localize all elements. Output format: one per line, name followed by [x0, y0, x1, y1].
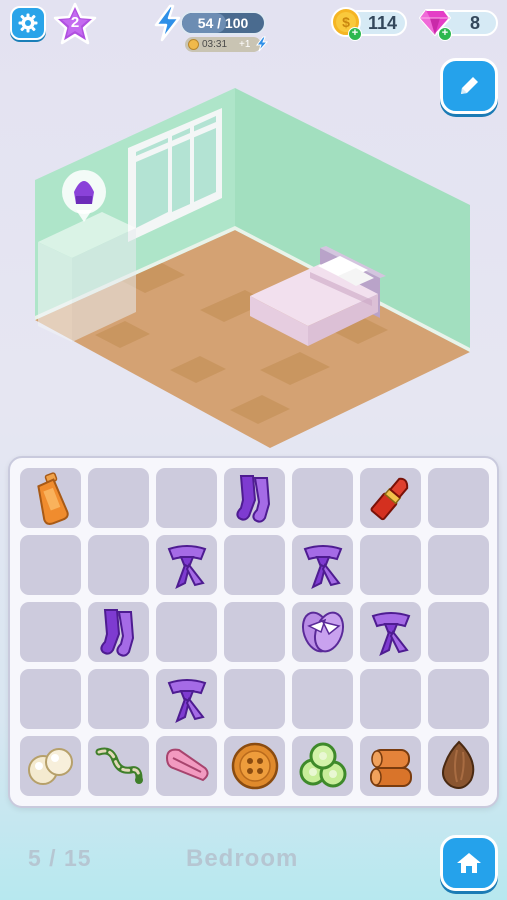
board-cell-empty[interactable]	[428, 535, 489, 595]
board-cell-empty[interactable]	[428, 602, 489, 662]
board-cell-empty[interactable]	[20, 669, 81, 729]
energy-timer: 03:31 +1	[185, 37, 261, 52]
board-cell-rolled-towel[interactable]	[360, 736, 421, 796]
board-cell-socks[interactable]	[88, 602, 149, 662]
board-cell-empty[interactable]	[292, 669, 353, 729]
board-cell-scarf[interactable]	[156, 669, 217, 729]
pearls-icon[interactable]	[23, 738, 79, 794]
board-cell-pearls[interactable]	[20, 736, 81, 796]
energy-label: 54 / 100	[197, 15, 249, 31]
gem-amount: 8	[469, 13, 480, 33]
board-cell-empty[interactable]	[224, 602, 285, 662]
room-title: Bedroom	[186, 845, 299, 872]
board-cell-empty[interactable]	[360, 669, 421, 729]
board-cell-hairclip[interactable]	[156, 736, 217, 796]
add-gems-button[interactable]: +	[438, 27, 452, 41]
gear-icon	[18, 13, 38, 33]
level-badge[interactable]: 2	[52, 2, 98, 46]
home-icon	[457, 853, 481, 873]
energy-meter[interactable]: 54 / 100	[180, 11, 266, 35]
almond-icon[interactable]	[431, 738, 487, 794]
board-cell-button[interactable]	[224, 736, 285, 796]
scarf-icon[interactable]	[159, 671, 215, 727]
board-cell-socks[interactable]	[224, 468, 285, 528]
board-cell-bottle[interactable]	[20, 468, 81, 528]
board-cell-empty[interactable]	[88, 669, 149, 729]
board-cell-empty[interactable]	[428, 669, 489, 729]
board-cell-empty[interactable]	[156, 602, 217, 662]
board-cell-empty[interactable]	[20, 535, 81, 595]
board-cell-empty[interactable]	[88, 535, 149, 595]
scarf-icon[interactable]	[159, 537, 215, 593]
energy-timer-plus: +1	[239, 39, 251, 50]
board-cell-twisted-rope[interactable]	[88, 736, 149, 796]
board-cell-cucumber-slices[interactable]	[292, 736, 353, 796]
hairclip-icon[interactable]	[159, 738, 215, 794]
board-cell-empty[interactable]	[224, 669, 285, 729]
top-hud: 2 54 / 100 03:31 +1 114 $ + 8 +	[0, 0, 507, 60]
sewing-button-icon[interactable]	[227, 738, 283, 794]
room-progress: 5 / 15	[28, 845, 92, 871]
socks-icon[interactable]	[91, 604, 147, 660]
energy-timer-text: 03:31	[202, 39, 228, 50]
lipstick-icon[interactable]	[363, 470, 419, 526]
merge-board	[8, 456, 499, 808]
socks-icon[interactable]	[227, 470, 283, 526]
board-cell-empty[interactable]	[156, 468, 217, 528]
small-bolt-icon	[256, 36, 269, 52]
board-cell-scarf[interactable]	[292, 535, 353, 595]
svg-text:$: $	[342, 14, 350, 30]
board-cell-empty[interactable]	[20, 602, 81, 662]
board-cell-empty[interactable]	[360, 535, 421, 595]
rolled-towel-icon[interactable]	[363, 738, 419, 794]
board-cell-empty[interactable]	[88, 468, 149, 528]
level-number: 2	[70, 14, 80, 31]
board-cell-lipstick[interactable]	[360, 468, 421, 528]
board-cell-empty[interactable]	[224, 535, 285, 595]
board-cell-scarf[interactable]	[156, 535, 217, 595]
board-cell-almond[interactable]	[428, 736, 489, 796]
board-cell-empty[interactable]	[292, 468, 353, 528]
coin-amount: 114	[367, 13, 397, 33]
settings-button[interactable]	[10, 6, 46, 40]
scarf-icon[interactable]	[363, 604, 419, 660]
add-coins-button[interactable]: +	[348, 27, 362, 41]
board-cell-empty[interactable]	[428, 468, 489, 528]
clock-icon	[188, 39, 199, 50]
scarf-icon[interactable]	[295, 537, 351, 593]
board-cell-scarf[interactable]	[360, 602, 421, 662]
slippers-icon[interactable]	[295, 604, 351, 660]
twisted-rope-icon[interactable]	[91, 738, 147, 794]
board-cell-slippers[interactable]	[292, 602, 353, 662]
home-button[interactable]	[440, 835, 498, 891]
room-scene[interactable]	[0, 80, 507, 460]
cucumber-slices-icon[interactable]	[295, 738, 351, 794]
bottle-icon[interactable]	[23, 470, 79, 526]
